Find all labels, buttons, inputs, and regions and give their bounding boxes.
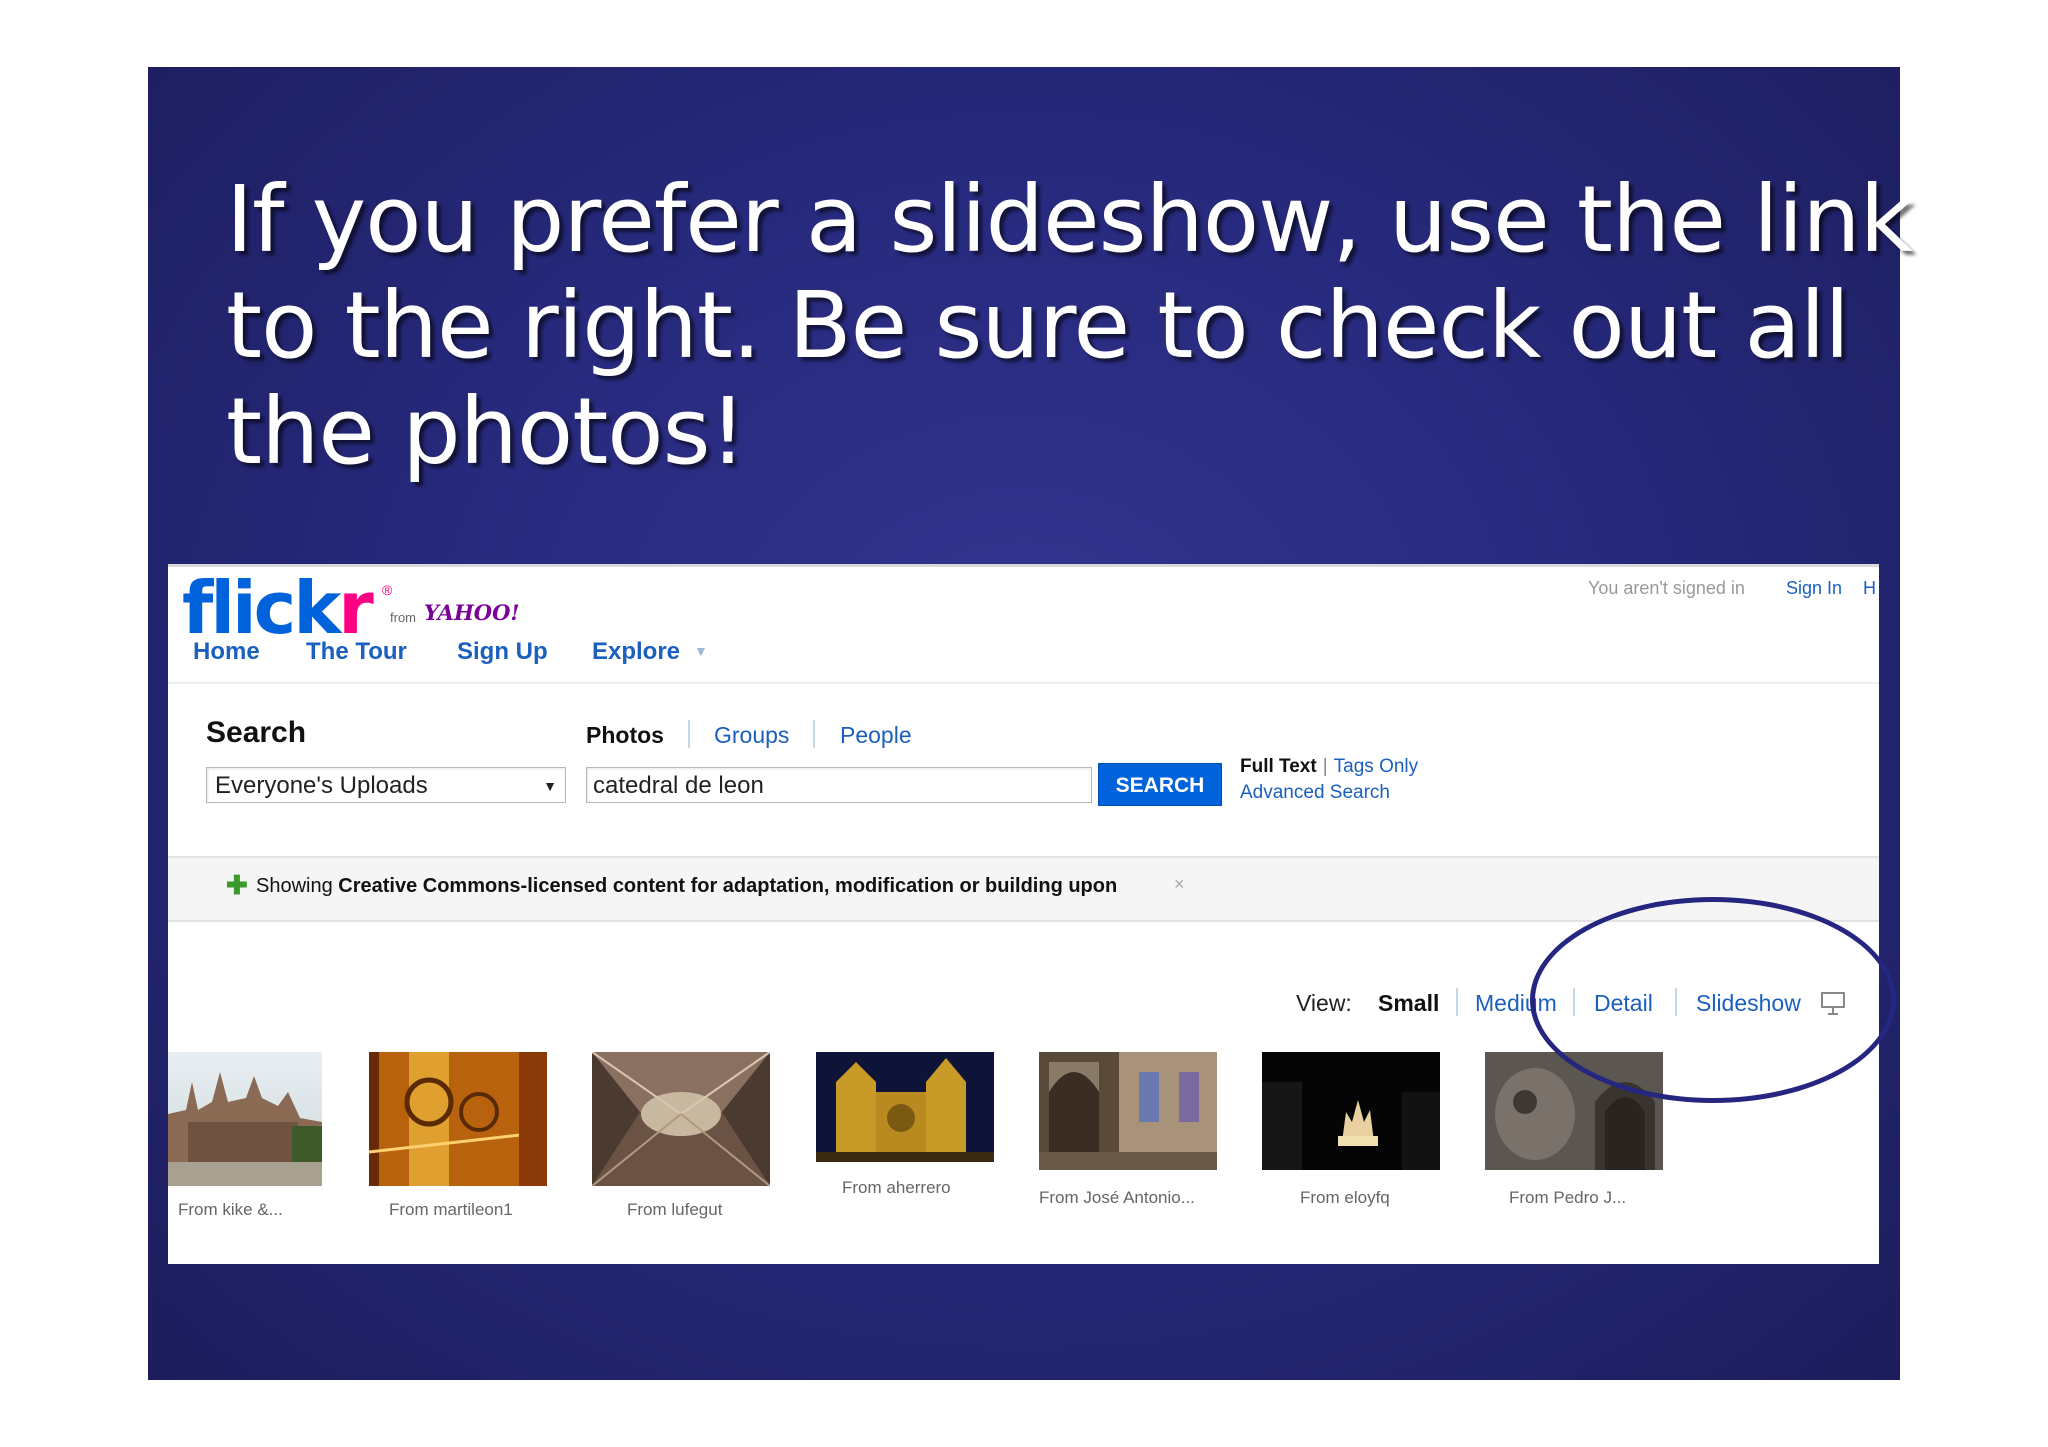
tab-groups[interactable]: Groups [714,722,789,749]
search-mode-options: Full Text | Tags Only [1240,756,1418,778]
photo-image[interactable] [1039,1052,1217,1170]
view-separator [1456,988,1458,1016]
sign-in-link[interactable]: Sign In [1786,578,1842,599]
search-scope-select[interactable]: Everyone's Uploads ▼ [206,767,566,803]
plus-icon: ✚ [226,870,248,900]
photo-caption[interactable]: From kike &... [178,1200,283,1220]
view-small-selected: Small [1378,990,1440,1016]
view-separator [1675,988,1677,1016]
photo-image[interactable] [816,1052,994,1162]
cc-notice-text: Showing Creative Commons-licensed conten… [256,875,1118,897]
view-label: View: [1296,990,1352,1016]
flickr-screenshot: flickr ® from YAHOO! Home The Tour Sign … [168,564,1879,1264]
logo-from-text: from [390,610,416,625]
nav-home[interactable]: Home [193,638,260,666]
logo-registered-mark: ® [382,582,393,598]
header-divider [168,682,1879,684]
chevron-down-icon[interactable]: ▼ [694,643,708,659]
full-text-option[interactable]: Full Text [1240,756,1317,777]
nav-sign-up[interactable]: Sign Up [457,638,548,666]
nav-explore[interactable]: Explore ▼ [592,638,708,666]
photo-caption[interactable]: From aherrero [842,1178,951,1198]
option-separator: | [1322,756,1328,777]
yahoo-logo: YAHOO! [424,600,520,625]
nav-the-tour[interactable]: The Tour [306,638,407,666]
tab-separator [813,720,815,748]
cc-notice-bar: ✚ Showing Creative Commons-licensed cont… [168,856,1879,922]
view-separator [1573,988,1575,1016]
dropdown-arrow-icon: ▼ [543,778,557,794]
search-scope-value: Everyone's Uploads [215,772,428,799]
search-input[interactable]: catedral de leon [586,767,1092,803]
photo-image[interactable] [168,1052,322,1186]
nav-explore-label: Explore [592,638,681,665]
photo-image[interactable] [1262,1052,1440,1170]
flickr-logo[interactable]: flickr ® from YAHOO! [182,566,520,650]
slide-headline: If you prefer a slideshow, use the link … [226,166,1913,485]
view-medium-link[interactable]: Medium [1475,990,1557,1017]
tab-people[interactable]: People [840,722,912,749]
top-border [168,564,1879,567]
photo-caption[interactable]: From Pedro J... [1509,1188,1626,1208]
photo-caption[interactable]: From eloyfq [1300,1188,1390,1208]
view-detail-link[interactable]: Detail [1594,990,1653,1017]
slideshow-icon[interactable] [1820,990,1846,1016]
tab-photos[interactable]: Photos [586,722,664,749]
headline-line-3: the photos! [226,378,746,485]
advanced-search-link[interactable]: Advanced Search [1240,782,1390,804]
tab-separator [688,720,690,748]
signed-in-status: You aren't signed in [1588,578,1745,598]
help-link-partial[interactable]: H [1863,578,1876,599]
photo-caption[interactable]: From José Antonio... [1039,1188,1195,1208]
view-slideshow-link[interactable]: Slideshow [1696,990,1801,1017]
photo-caption[interactable]: From martileon1 [389,1200,513,1220]
close-icon[interactable]: × [1174,874,1185,895]
photo-caption[interactable]: From lufegut [627,1200,722,1220]
photo-image[interactable] [1485,1052,1663,1170]
photo-image[interactable] [369,1052,547,1186]
search-title: Search [206,716,307,749]
headline-line-2: to the right. Be sure to check out all [226,272,1850,379]
photo-image[interactable] [592,1052,770,1186]
tags-only-link[interactable]: Tags Only [1334,756,1418,777]
headline-line-1: If you prefer a slideshow, use the link [226,166,1913,273]
search-button[interactable]: SEARCH [1098,763,1222,806]
